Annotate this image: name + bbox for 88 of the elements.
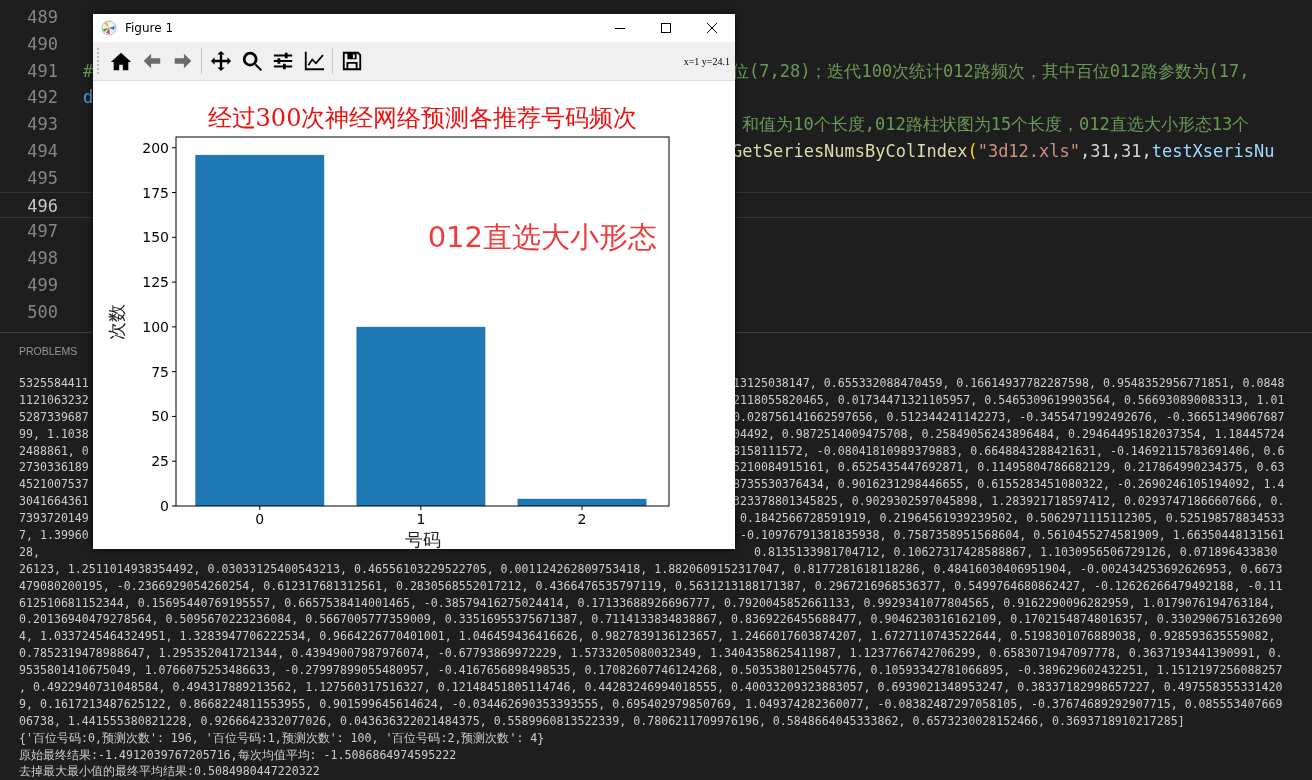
output-line: 13125038147, 0.655332088470459, 0.16614937782287598, 0.9548352956771851, 0.0848 (733, 375, 1285, 392)
output-line: 8735530376434, 0.9016231298446655, 0.6155283451080322, -0.2690246105194092, 1.4 (733, 476, 1285, 494)
line-number: 496 (26, 194, 58, 218)
output-line: {'百位号码:0,预测次数': 196, '百位号码:1,预测次数': 100, '百位号码:2,预测次数': 4} (19, 730, 545, 745)
y-tick-label: 75 (151, 363, 169, 380)
output-line: 0.028756141662597656, 0.512344241142273, -0.3455471992492676, -0.36651349067687 (733, 408, 1285, 426)
line-number: 498 (26, 247, 58, 271)
window-title: Figure 1 (125, 21, 174, 35)
y-tick-label: 25 (151, 453, 169, 470)
output-line: 0.8135133981704712, 0.10627317428588867, 1.1030956506729126, 0.071896433830 (752, 543, 1278, 561)
output-line: 5210084915161, 0.6525435447692871, 0.11495804786682129, 0.217864990234375, 0.63 (733, 459, 1285, 477)
output-line: 26123, 1.2511014938354492, 0.03033125400543213, 0.46556103229522705, 0.001124262809753418, 1.8820609152317047, 0.8177281618118286, 0.48416030406951904, -0.002434253692626953, 0.6673 (19, 561, 1283, 576)
close-icon (706, 22, 718, 34)
output-line: 4, 1.0337245464324951, 1.3283947706222534, 0.9664226770401001, 1.046459436416626, 0.9827839136123657, 1.2466017603874207, 1.6727110743522644, 0.5198301076889038, 0.928593635559082, (19, 629, 1276, 644)
code-text: ,31,31, (1080, 141, 1152, 161)
line-number: 493 (26, 113, 58, 137)
line-number: 497 (26, 220, 58, 244)
cursor-coordinates: x=1 y=24.1 (683, 55, 730, 67)
tick-mark (171, 326, 177, 328)
tick-mark (171, 192, 177, 194)
tick-mark (259, 505, 261, 511)
line-number: 494 (26, 140, 58, 163)
line-number: 490 (26, 32, 58, 56)
tick-mark (171, 371, 177, 373)
y-tick-label: 150 (142, 229, 169, 246)
y-axis-label: 次数 (106, 303, 127, 340)
output-line: 4521007537 (19, 476, 89, 494)
y-tick-label: 200 (142, 139, 169, 156)
output-line: 3041664361 (19, 493, 89, 511)
code-comment: # (83, 60, 94, 81)
output-line: 612510681152344, 0.15695440769195557, 0.6657538414001465, -0.38579416275024414, 0.17133688926696777, 0.7920045852661133, 0.9929341077804565, 0.9162290096282959, 1.0179076194763184, (19, 595, 1276, 610)
line-number: 500 (26, 300, 58, 324)
y-tick-label: 0 (160, 498, 169, 514)
output-line: 06738, 1.441555380821228, 0.9266642332077026, 0.043636322021484375, 0.5589960813522339, 0.7806211709976196, 0.5848664045333862, 0.6573230028152466, 0.3693718910217285] (19, 713, 1185, 728)
x-tick-label: 1 (416, 511, 426, 527)
y-tick-label: 100 (142, 318, 169, 335)
x-axis-label: 号码 (404, 529, 441, 549)
output-line: 8158111572, -0.08041810989379883, 0.6648843288421631, -0.14692115783691406, 0.6 (733, 442, 1285, 460)
output-line: 479080200195, -0.2366929054260254, 0.612317681312561, 0.2830568552017212, 0.4366476535797119, 0.5631213188171387, 0.2967216968536377, 0.5499764680862427, -0.12626266479492188, -0.11 (19, 578, 1283, 593)
output-line: 9, 0.1617213487625122, 0.8668224811553955, 0.901599645614624, -0.034462690353393555, 0.695402979850769, 1.049374282360077, -0.08382487297058105, -0.37674689292907715, 0.085553407669 (19, 696, 1283, 711)
chart-title: 经过300次神经网络预测各推荐号码频次 (207, 104, 638, 132)
code-keyword: d (83, 87, 94, 108)
line-number: 499 (26, 273, 58, 297)
output-line: 2730336189 (19, 459, 89, 477)
output-line: 0.1842566728591919, 0.21964561939239502, 0.5062971115112305, 0.525198578834533 (738, 510, 1285, 528)
tick-mark (420, 505, 422, 511)
output-line: , 0.4922940731048584, 0.494317889213562, 1.127560317516327, 0.12148451805114746, 0.44283246994018555, 0.40033209323883057, 0.6939021348953247, 0.38337182998657227, 0.497558355331420 (19, 680, 1283, 695)
output-line: 1121063232 (19, 391, 89, 409)
output-line: 7393720149 (19, 510, 89, 528)
output-line: -0.10976791381835938, 0.7587358951568604, 0.5610455274581909, 1.66350448131561 (738, 527, 1285, 544)
code-variable: testXserisNu (1151, 141, 1275, 161)
y-tick-label: 50 (151, 408, 169, 425)
y-tick-label: 125 (142, 274, 169, 291)
x-tick-label: 2 (577, 511, 587, 527)
tick-mark (171, 505, 177, 507)
tick-mark (171, 147, 177, 149)
output-line: 99, 1.1038 (19, 425, 89, 443)
code-string: "3d12.xls" (977, 141, 1080, 161)
output-line: 去掉最大最小值的最终平均结果:0.5084980447220322 (19, 764, 320, 779)
y-tick-label: 175 (142, 184, 169, 201)
code-paren: ( (967, 141, 978, 161)
tick-mark (171, 415, 177, 417)
code-function: GetSeriesNumsByColIndex (732, 141, 968, 161)
output-line: 0.20136940479278564, 0.5095670223236084, 0.5667005777359009, 0.33516955375671387, 0.7114133834838867, 0.8369226455688477, 0.9046230316162109, 0.17021548748016357, 0.3302906751632690 (19, 612, 1283, 627)
output-line: 2118055820465, 0.01734471321105957, 0.5465309619903564, 0.566930890083313, 1.01 (733, 391, 1285, 409)
line-number: 491 (26, 59, 58, 83)
output-line: 2488861, 0 (19, 442, 89, 460)
output-line: 28, (19, 543, 40, 561)
line-number: 492 (26, 86, 58, 110)
output-line: 9535801410675049, 1.0766075253486633, -0.27997899055480957, -0.4167656898498535, 0.17082607746124268, 0.5035380125045776, 0.10593342781066895, -0.389629602432251, 1.1512197256088257 (19, 663, 1283, 678)
output-line: 5287339687 (19, 408, 89, 426)
output-line: 323378801345825, 0.9029302597045898, 1.283921718597412, 0.02937471866607666, 0. (733, 493, 1285, 511)
tick-mark (171, 281, 177, 283)
problems-tab[interactable]: PROBLEMS (19, 345, 78, 357)
output-line: 原始最终结果:-1.4912039767205716,每次均值平均: -1.5086864974595222 (19, 747, 457, 762)
tick-mark (171, 236, 177, 238)
tick-mark (171, 460, 177, 462)
output-line: 7, 1.39960 (19, 527, 89, 544)
line-number: 489 (26, 6, 58, 29)
app-logo-icon (101, 20, 117, 36)
line-number: 495 (26, 166, 58, 190)
tick-mark (581, 505, 583, 511)
output-line: 5325584411 (19, 375, 89, 392)
output-line: 0.7852319478988647, 1.295352041721344, 0.43949007987976074, -0.67793869972229, 1.5733205080032349, 1.3404358625411987, 1.1237766742706299, 0.6583071947097778, 0.3637193441390991, 0. (19, 646, 1283, 661)
x-tick-label: 0 (255, 511, 265, 527)
chart-annotation: 012直选大小形态 (427, 220, 657, 254)
code-comment: 和值为10个长度,012路柱状图为15个长度，012直选大小形态13个 (741, 114, 1250, 135)
maximize-icon (660, 22, 672, 34)
